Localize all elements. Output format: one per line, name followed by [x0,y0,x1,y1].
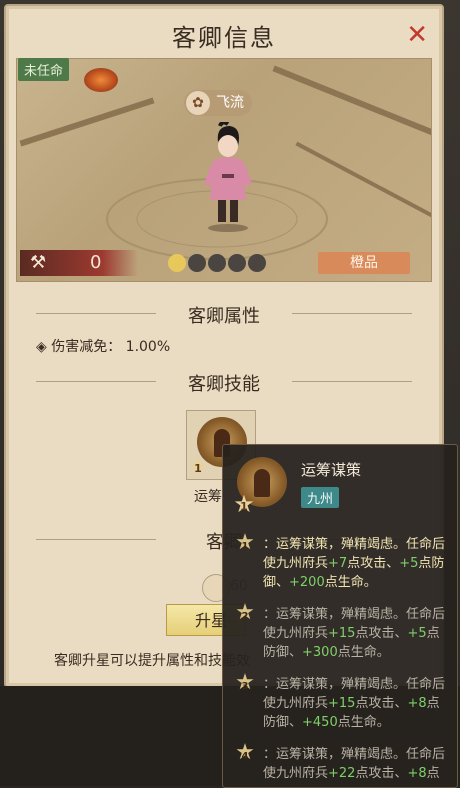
skills-header: 客卿技能 [6,368,442,396]
power-value: 0 [90,252,102,273]
star-icon: ★ 2 [235,600,255,625]
title-bar: 客卿信息 ✕ [6,6,442,60]
skill-name: 运筹 [194,489,222,505]
upgrade-hint: 客卿升星可以提升属性和技能效 [54,653,250,669]
status-badge: 未任命 [18,58,70,81]
attribute-label: 伤害减免： [51,339,122,355]
hammer-icon: ⚒ [30,252,47,273]
stats-bar: ⚒ 0 橙品 [20,250,430,276]
tooltip-title: 运筹谋策 [301,461,362,479]
star-rating [168,252,268,274]
page-title: 客卿信息 [172,24,276,52]
power-stat: ⚒ 0 [20,250,138,276]
attribute-value: 1.00% [125,339,171,355]
grade-badge: 橙品 [318,252,410,274]
diamond-icon: ◈ [36,339,52,355]
attribute-row: ◈ 伤害减免： 1.00% [36,336,170,356]
moon-icon [208,253,226,272]
star-icon: ★ 1 [233,490,255,518]
close-button[interactable]: ✕ [406,20,428,50]
character-name: 飞流 [216,95,244,111]
star-icon: ★ 1 [187,452,209,480]
character-name-tag: ✿ 飞流 [184,90,252,116]
skills-title: 客卿技能 [174,374,274,395]
skill-tooltip: ★ 1 运筹谋策 九州 ★ 1 ：运筹谋策，殚精竭虑。任命后使九州府兵+7点攻击、+… [222,444,458,788]
moon-icon [228,253,246,272]
attributes-header: 客卿属性 [6,300,442,328]
faction-badge: 九州 [301,487,340,508]
hairpin-icon: ✿ [186,91,210,115]
character-portrait[interactable] [198,122,258,232]
star-icon: ★ 3 [235,670,255,695]
star-icon: ★ 1 [235,530,255,555]
moon-icon [188,253,206,272]
moon-icon [168,253,186,272]
brazier [84,68,118,92]
star-icon: ★ 4 [235,740,255,765]
moon-icon [248,253,266,272]
attributes-title: 客卿属性 [174,306,274,327]
